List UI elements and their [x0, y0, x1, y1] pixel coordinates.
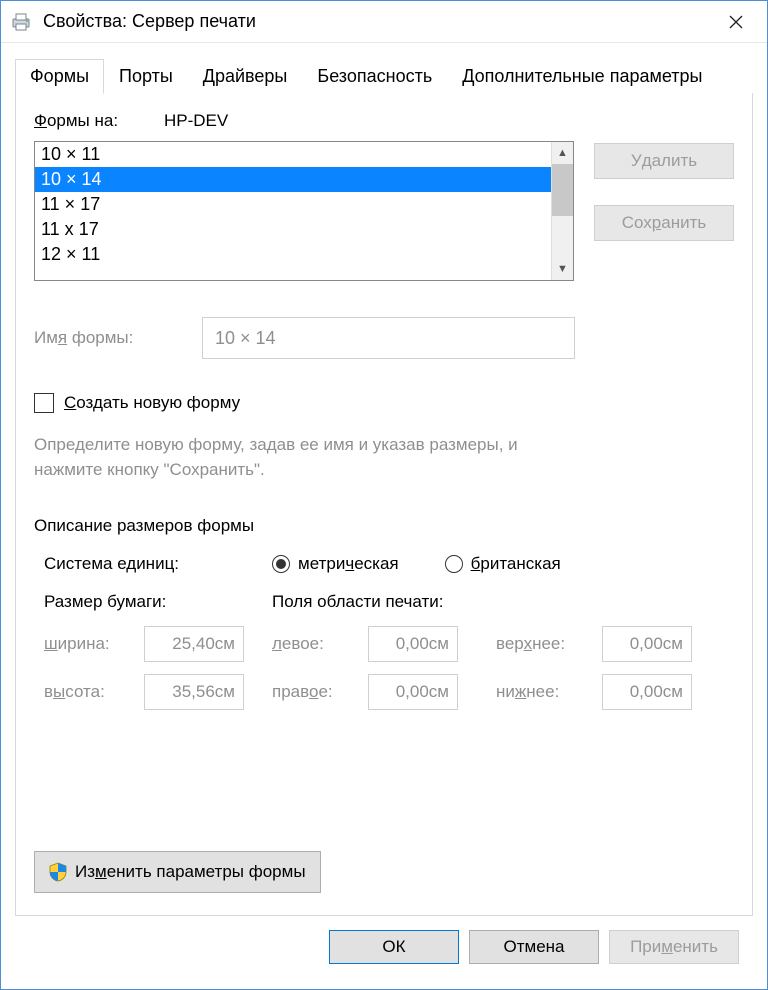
- radio-british-label: британская: [471, 554, 561, 574]
- content-area: Формы Порты Драйверы Безопасность Дополн…: [1, 43, 767, 964]
- form-dimensions-title: Описание размеров формы: [34, 516, 734, 536]
- radio-icon: [272, 555, 290, 573]
- form-name-label: Имя формы:: [34, 328, 164, 348]
- size-grid: Размер бумаги: ширина: 25,40см высота: 3…: [34, 592, 734, 722]
- top-margin-field[interactable]: 0,00см: [602, 626, 692, 662]
- scroll-thumb[interactable]: [552, 164, 573, 216]
- ok-button[interactable]: ОК: [329, 930, 459, 964]
- radio-metric-label: метрическая: [298, 554, 399, 574]
- apply-button[interactable]: Применить: [609, 930, 739, 964]
- units-label: Система единиц:: [44, 554, 262, 574]
- create-new-row: Создать новую форму: [34, 393, 734, 413]
- close-button[interactable]: [713, 1, 759, 43]
- forms-listbox[interactable]: 10 × 11 10 × 14 11 × 17 11 x 17 12 × 11 …: [34, 141, 574, 281]
- margins-spacer: [496, 592, 720, 612]
- save-button[interactable]: Сохранить: [594, 205, 734, 241]
- radio-icon: [445, 555, 463, 573]
- change-form-params-button[interactable]: Изменить параметры формы: [34, 851, 321, 893]
- scroll-up-icon[interactable]: ▲: [552, 142, 573, 164]
- width-label: ширина:: [44, 634, 144, 654]
- bottom-margin-field[interactable]: 0,00см: [602, 674, 692, 710]
- margins-left-column: Поля области печати: левое: 0,00см право…: [272, 592, 496, 722]
- paper-size-header: Размер бумаги:: [44, 592, 272, 612]
- server-name: HP-DEV: [164, 111, 228, 131]
- list-item[interactable]: 10 × 14: [35, 167, 551, 192]
- tab-drivers[interactable]: Драйверы: [188, 59, 303, 94]
- side-buttons: Удалить Сохранить: [594, 141, 734, 241]
- height-label: высота:: [44, 682, 144, 702]
- margins-header: Поля области печати:: [272, 592, 496, 612]
- tab-panel: Формы на: HP-DEV 10 × 11 10 × 14 11 × 17…: [15, 93, 753, 916]
- radio-british[interactable]: британская: [445, 554, 561, 574]
- margins-right-column: верхнее: 0,00см нижнее: 0,00см: [496, 592, 720, 722]
- forms-on-label: Формы на:: [34, 111, 164, 131]
- titlebar: Свойства: Сервер печати: [1, 1, 767, 43]
- paper-size-column: Размер бумаги: ширина: 25,40см высота: 3…: [44, 592, 272, 722]
- height-field[interactable]: 35,56см: [144, 674, 244, 710]
- left-margin-label: левое:: [272, 634, 368, 654]
- tab-ports[interactable]: Порты: [104, 59, 188, 94]
- form-name-row: Имя формы:: [34, 317, 734, 359]
- listbox-scrollbar[interactable]: ▲ ▼: [551, 142, 573, 280]
- left-margin-field[interactable]: 0,00см: [368, 626, 458, 662]
- units-row: Система единиц: метрическая британская: [34, 554, 734, 574]
- help-text: Определите новую форму, задав ее имя и у…: [34, 433, 534, 482]
- form-name-input[interactable]: [202, 317, 575, 359]
- cancel-button[interactable]: Отмена: [469, 930, 599, 964]
- tab-security[interactable]: Безопасность: [302, 59, 447, 94]
- forms-on-row: Формы на: HP-DEV: [34, 111, 734, 131]
- list-item[interactable]: 10 × 11: [35, 142, 551, 167]
- delete-button[interactable]: Удалить: [594, 143, 734, 179]
- right-margin-label: правое:: [272, 682, 368, 702]
- right-margin-field[interactable]: 0,00см: [368, 674, 458, 710]
- scroll-down-icon[interactable]: ▼: [552, 258, 573, 280]
- window-title: Свойства: Сервер печати: [43, 11, 256, 32]
- forms-listitems: 10 × 11 10 × 14 11 × 17 11 x 17 12 × 11: [35, 142, 551, 280]
- shield-icon: [49, 862, 67, 882]
- scroll-track[interactable]: [552, 216, 573, 258]
- create-new-checkbox[interactable]: [34, 393, 54, 413]
- create-new-label: Создать новую форму: [64, 393, 240, 413]
- change-button-label: Изменить параметры формы: [75, 862, 306, 882]
- radio-metric[interactable]: метрическая: [272, 554, 399, 574]
- dialog-footer: ОК Отмена Применить: [15, 916, 753, 964]
- top-margin-label: верхнее:: [496, 634, 602, 654]
- list-item[interactable]: 12 × 11: [35, 242, 551, 267]
- printer-icon: [9, 10, 33, 34]
- tab-forms[interactable]: Формы: [15, 59, 104, 94]
- forms-list-area: 10 × 11 10 × 14 11 × 17 11 x 17 12 × 11 …: [34, 141, 734, 281]
- tab-advanced[interactable]: Дополнительные параметры: [447, 59, 717, 94]
- tabs: Формы Порты Драйверы Безопасность Дополн…: [15, 57, 753, 93]
- width-field[interactable]: 25,40см: [144, 626, 244, 662]
- bottom-margin-label: нижнее:: [496, 682, 602, 702]
- list-item[interactable]: 11 × 17: [35, 192, 551, 217]
- list-item[interactable]: 11 x 17: [35, 217, 551, 242]
